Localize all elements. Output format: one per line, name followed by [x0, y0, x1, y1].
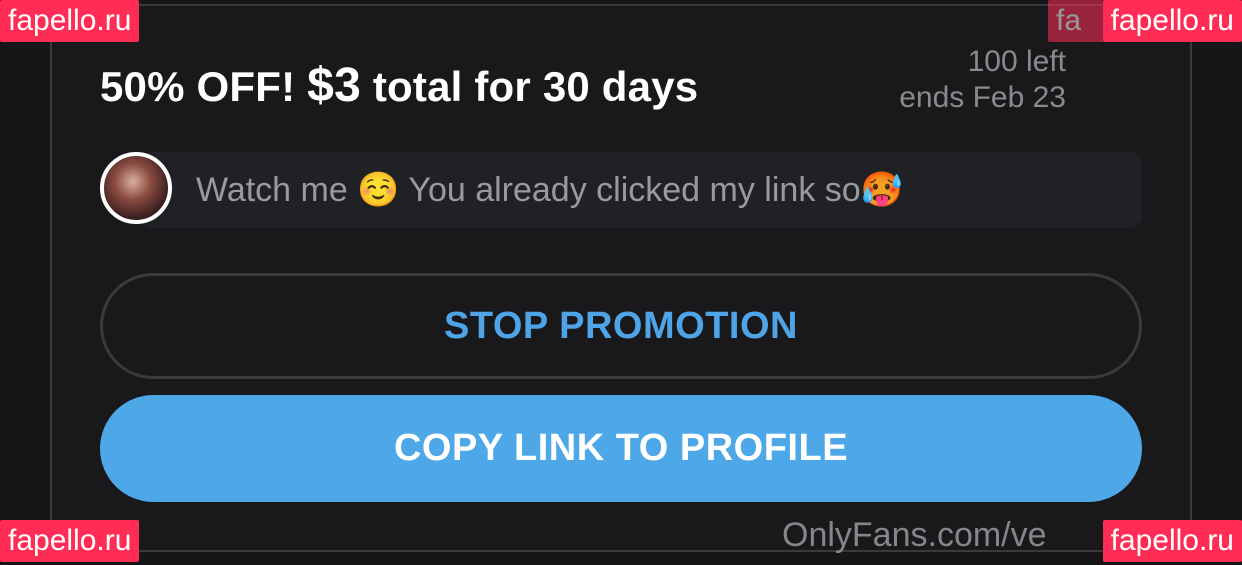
stop-promotion-button[interactable]: STOP PROMOTION [100, 273, 1142, 379]
promo-title: 50% OFF! $3 total for 30 days [100, 58, 698, 113]
site-watermark: OnlyFans.com/ve [782, 516, 1047, 554]
promo-title-suffix: total for 30 days [360, 63, 699, 110]
avatar[interactable] [100, 152, 172, 224]
copy-link-button[interactable]: COPY LINK TO PROFILE [100, 395, 1142, 502]
watermark-top-right: fapello.ru [1102, 0, 1242, 42]
remaining-count: 100 left [967, 45, 1066, 78]
watermark-bottom-right: fapello.ru [1102, 520, 1242, 562]
promo-title-prefix: 50% OFF! [100, 63, 308, 110]
promo-price: $3 [307, 59, 361, 112]
end-date: ends Feb 23 [899, 81, 1066, 114]
watermark-bottom-left: fapello.ru [0, 520, 140, 562]
watermark-top-left: fapello.ru [0, 0, 140, 42]
promo-meta: 100 left ends Feb 23 [899, 44, 1066, 116]
watermark-ghost: fa [1048, 0, 1104, 42]
promo-message: Watch me ☺️ You already clicked my link … [196, 171, 904, 209]
promo-message-row: Watch me ☺️ You already clicked my link … [100, 152, 1142, 228]
